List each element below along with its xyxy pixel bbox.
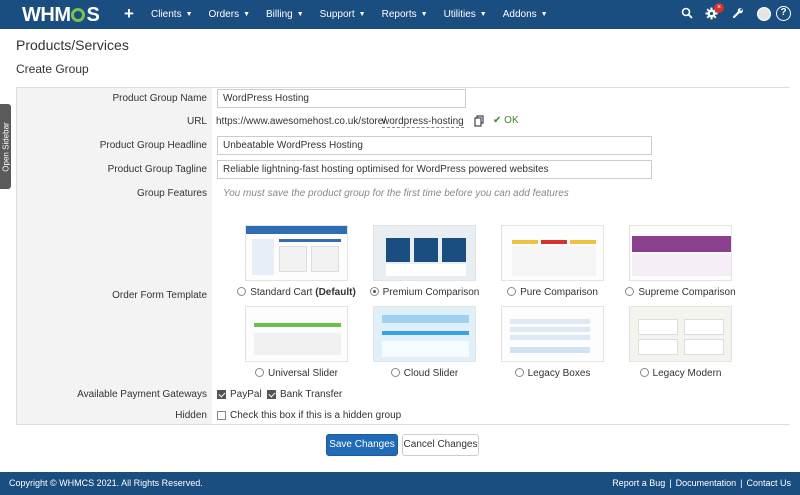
template-legacy-modern[interactable]: Legacy Modern	[617, 306, 744, 379]
open-sidebar-tab[interactable]: Open Sidebar	[0, 104, 11, 189]
template-legacy-boxes[interactable]: Legacy Boxes	[489, 306, 616, 379]
bank-transfer-label: Bank Transfer	[280, 389, 343, 400]
chevron-down-icon: ▼	[296, 11, 304, 18]
wrench-icon[interactable]	[731, 7, 745, 22]
section-title: Create Group	[16, 62, 89, 76]
group-features-label: Group Features	[136, 188, 207, 199]
order-form-template-label: Order Form Template	[112, 290, 207, 301]
url-status-text: OK	[504, 115, 519, 126]
footer: Copyright © WHMCS 2021. All Rights Reser…	[0, 472, 800, 495]
add-new-button[interactable]: +	[124, 4, 134, 24]
template-standard-cart[interactable]: Standard Cart (Default)	[233, 225, 360, 298]
menu-orders[interactable]: Orders ▼	[209, 0, 251, 29]
top-navbar: WHM S + Clients ▼ Orders ▼ Billing ▼ Support…	[0, 0, 800, 29]
radio-universal-slider[interactable]	[254, 368, 264, 377]
cancel-changes-button[interactable]: Cancel Changes	[402, 434, 479, 456]
template-supreme-comparison[interactable]: Supreme Comparison	[617, 225, 744, 298]
template-thumbnail	[245, 306, 348, 362]
menu-support[interactable]: Support ▼	[320, 0, 366, 29]
radio-legacy-modern[interactable]	[639, 368, 649, 377]
chevron-down-icon: ▼	[479, 11, 487, 18]
group-name-label: Product Group Name	[112, 93, 208, 104]
template-universal-slider[interactable]: Universal Slider	[233, 306, 360, 379]
footer-links: Report a Bug | Documentation | Contact Us	[612, 472, 791, 495]
hidden-label: Hidden	[175, 410, 207, 421]
radio-supreme-comparison[interactable]	[625, 287, 635, 296]
avatar[interactable]	[757, 7, 771, 21]
group-name-input[interactable]: WordPress Hosting	[217, 89, 466, 108]
copyright-text: Copyright © WHMCS 2021. All Rights Reser…	[9, 478, 203, 488]
notification-badge: ×	[714, 3, 724, 13]
sidebar-tab-label: Open Sidebar	[1, 121, 10, 172]
chevron-down-icon: ▼	[358, 11, 366, 18]
separator: |	[740, 478, 743, 488]
radio-pure-comparison[interactable]	[507, 287, 517, 296]
template-thumbnail	[373, 225, 476, 281]
nav-icon-group: × ?	[660, 0, 800, 29]
url-label: URL	[186, 116, 207, 127]
template-thumbnail	[629, 306, 732, 362]
template-thumbnail	[373, 306, 476, 362]
paypal-checkbox[interactable]	[217, 390, 226, 399]
template-thumbnail	[245, 225, 348, 281]
url-slug-input[interactable]: wordpress-hosting	[382, 116, 464, 128]
hidden-checkbox-label: Check this box if this is a hidden group	[230, 410, 402, 421]
chevron-down-icon: ▼	[243, 11, 251, 18]
radio-premium-comparison[interactable]	[369, 287, 379, 296]
headline-input[interactable]: Unbeatable WordPress Hosting	[217, 136, 652, 155]
hidden-checkbox[interactable]	[217, 411, 226, 420]
menu-billing[interactable]: Billing ▼	[266, 0, 304, 29]
template-premium-comparison[interactable]: Premium Comparison	[361, 225, 488, 298]
radio-legacy-boxes[interactable]	[514, 368, 524, 377]
menu-reports[interactable]: Reports ▼	[382, 0, 428, 29]
url-prefix: https://www.awesomehost.co.uk/store/	[216, 116, 387, 127]
headline-label: Product Group Headline	[99, 140, 207, 151]
radio-cloud-slider[interactable]	[390, 368, 400, 377]
radio-standard-cart[interactable]	[237, 287, 247, 296]
menu-utilities[interactable]: Utilities ▼	[444, 0, 487, 29]
chevron-down-icon: ▼	[185, 11, 193, 18]
bank-transfer-checkbox[interactable]	[267, 390, 276, 399]
page-title: Products/Services	[16, 37, 129, 53]
gear-icon[interactable]: ×	[704, 3, 724, 23]
save-changes-button[interactable]: Save Changes	[326, 434, 398, 456]
create-group-form: Product Group Name WordPress Hosting URL…	[16, 87, 790, 425]
main-menu: Clients ▼ Orders ▼ Billing ▼ Support ▼ Repor…	[151, 0, 564, 29]
template-thumbnail	[501, 225, 604, 281]
documentation-link[interactable]: Documentation	[676, 478, 737, 488]
copy-icon[interactable]	[474, 115, 485, 130]
payment-gateways-label: Available Payment Gateways	[77, 389, 207, 400]
check-icon: ✔	[493, 115, 502, 126]
chevron-down-icon: ▼	[540, 11, 548, 18]
url-status: ✔ OK	[493, 115, 519, 126]
group-features-hint: You must save the product group for the …	[223, 188, 569, 199]
paypal-label: PayPal	[230, 389, 262, 400]
help-icon[interactable]: ?	[776, 6, 791, 21]
separator: |	[669, 478, 672, 488]
search-icon[interactable]	[680, 7, 694, 22]
template-pure-comparison[interactable]: Pure Comparison	[489, 225, 616, 298]
report-bug-link[interactable]: Report a Bug	[612, 478, 665, 488]
menu-addons[interactable]: Addons ▼	[503, 0, 548, 29]
whmcs-logo[interactable]: WHM S	[22, 4, 100, 27]
menu-clients[interactable]: Clients ▼	[151, 0, 193, 29]
tagline-input[interactable]: Reliable lightning-fast hosting optimise…	[217, 160, 652, 179]
logo-gear-icon	[71, 8, 86, 22]
contact-us-link[interactable]: Contact Us	[746, 478, 791, 488]
template-thumbnail	[629, 225, 732, 281]
template-cloud-slider[interactable]: Cloud Slider	[361, 306, 488, 379]
template-thumbnail	[501, 306, 604, 362]
tagline-label: Product Group Tagline	[107, 164, 207, 175]
chevron-down-icon: ▼	[420, 11, 428, 18]
